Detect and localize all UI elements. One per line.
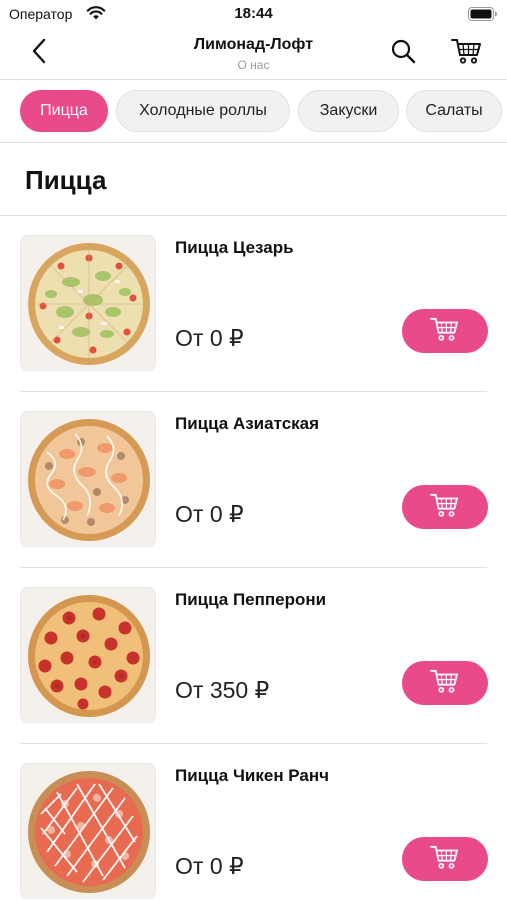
about-link[interactable]: О нас bbox=[0, 58, 507, 72]
navigation-bar: Лимонад-Лофт О нас bbox=[0, 28, 507, 80]
cart-icon bbox=[429, 316, 461, 347]
tab-snacks[interactable]: Закуски bbox=[298, 90, 399, 132]
cart-icon bbox=[429, 668, 461, 699]
cart-icon bbox=[451, 37, 483, 70]
product-price: От 350 ₽ bbox=[175, 677, 270, 703]
product-name: Пицца Азиатская bbox=[175, 414, 320, 433]
search-icon bbox=[390, 38, 416, 69]
section-title: Пицца bbox=[25, 165, 107, 195]
product-card[interactable]: Пицца Азиатская От 0 ₽ bbox=[0, 392, 507, 568]
product-price: От 0 ₽ bbox=[175, 501, 244, 527]
product-name: Пицца Пепперони bbox=[175, 590, 327, 609]
section-header: Пицца bbox=[0, 143, 507, 216]
add-to-cart-button[interactable] bbox=[402, 837, 488, 881]
category-tabs: Пицца Холодные роллы Закуски Салаты bbox=[0, 80, 507, 143]
cart-icon bbox=[429, 844, 461, 875]
product-name: Пицца Чикен Ранч bbox=[175, 766, 330, 785]
product-card[interactable]: Пицца Чикен Ранч От 0 ₽ bbox=[0, 744, 507, 900]
product-price: От 0 ₽ bbox=[175, 325, 244, 351]
page-title: Лимонад-Лофт bbox=[193, 36, 314, 53]
tab-pizza[interactable]: Пицца bbox=[20, 90, 108, 132]
product-image-pizza-asian[interactable] bbox=[20, 411, 156, 547]
product-card[interactable]: Пицца Цезарь От 0 ₽ bbox=[0, 216, 507, 392]
search-button[interactable] bbox=[386, 36, 420, 70]
add-to-cart-button[interactable] bbox=[402, 485, 488, 529]
status-time: 18:44 bbox=[234, 5, 273, 22]
product-name: Пицца Цезарь bbox=[175, 238, 294, 257]
status-bar: Оператор 18:44 bbox=[0, 0, 507, 28]
add-to-cart-button[interactable] bbox=[402, 661, 488, 705]
tab-cold-rolls[interactable]: Холодные роллы bbox=[116, 90, 290, 132]
cart-button[interactable] bbox=[449, 36, 485, 70]
product-image-pizza-chicken-ranch[interactable] bbox=[20, 763, 156, 899]
add-to-cart-button[interactable] bbox=[402, 309, 488, 353]
product-image-pizza-caesar[interactable] bbox=[20, 235, 156, 371]
tab-salads[interactable]: Салаты bbox=[406, 90, 502, 132]
battery-icon bbox=[468, 7, 498, 21]
cart-icon bbox=[429, 492, 461, 523]
product-card[interactable]: Пицца Пепперони От 350 ₽ bbox=[0, 568, 507, 744]
product-price: От 0 ₽ bbox=[175, 853, 244, 879]
product-image-pizza-pepperoni[interactable] bbox=[20, 587, 156, 723]
